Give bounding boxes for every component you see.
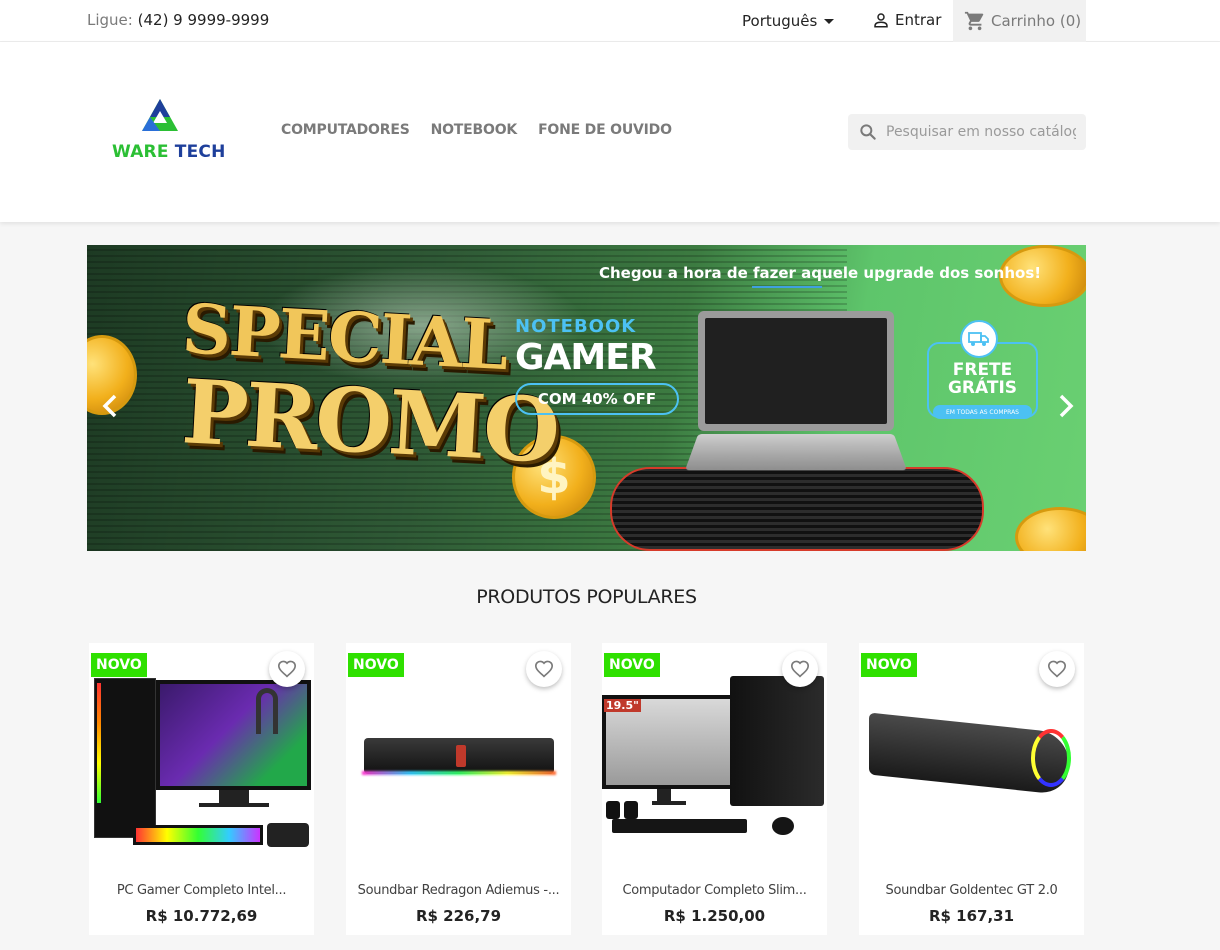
pc-tower — [94, 678, 156, 838]
product-price: R$ 1.250,00 — [663, 907, 766, 925]
frete-subtitle: EM TODAS AS COMPRAS — [933, 405, 1032, 419]
login-label: Entrar — [895, 11, 942, 29]
carousel-prev-arrow-icon[interactable] — [99, 392, 121, 420]
wishlist-button[interactable] — [526, 651, 562, 687]
logo-text: WARE TECH — [112, 142, 226, 162]
product-name[interactable]: Soundbar Goldentec GT 2.0 — [867, 883, 1076, 898]
carousel-next-arrow-icon[interactable] — [1055, 392, 1077, 420]
laptop-image — [684, 311, 908, 473]
nav-item-fone-de-ouvido[interactable]: FONE DE OUVIDO — [538, 122, 672, 138]
search-box — [848, 114, 1086, 150]
main-nav: COMPUTADORES NOTEBOOK FONE DE OUVIDO — [281, 122, 672, 138]
product-card[interactable]: NOVO PC Gamer Completo Intel... R$ 10.77… — [89, 643, 314, 935]
new-badge: NOVO — [91, 653, 147, 677]
logo-word-tech: TECH — [174, 142, 226, 162]
login-link[interactable]: Entrar — [872, 11, 941, 29]
keyboard — [612, 819, 747, 833]
top-bar: Ligue: (42) 9 9999-9999 Português Entrar… — [0, 0, 1220, 42]
promo-line-promo: PROMO — [179, 359, 560, 483]
product-card[interactable]: 19.5" NOVO Computador Completo Slim... R… — [602, 643, 827, 935]
monitor-screen — [156, 680, 311, 790]
laptop-keyboard — [684, 434, 908, 471]
rgb-keyboard — [133, 825, 263, 845]
product-card[interactable]: NOVO Soundbar Redragon Adiemus -... R$ 2… — [346, 643, 571, 935]
product-price: R$ 10.772,69 — [145, 907, 258, 925]
tagline-underline — [752, 286, 822, 288]
new-badge: NOVO — [604, 653, 660, 677]
special-promo-title: SPECIAL PROMO — [180, 289, 560, 483]
frete-line2: GRÁTIS — [947, 378, 1018, 398]
soundbar-rgb-ring — [1031, 729, 1071, 787]
heart-icon — [534, 660, 554, 678]
coin-icon — [1015, 507, 1086, 551]
phone-label: Ligue: — [87, 11, 133, 29]
ware-tech-logo[interactable]: WARE TECH — [112, 97, 225, 172]
soundbar-rgb-glow — [362, 771, 556, 775]
product-card[interactable]: NOVO Soundbar Goldentec GT 2.0 R$ 167,31 — [859, 643, 1084, 935]
product-name[interactable]: Computador Completo Slim... — [610, 883, 819, 898]
shopping-cart-icon — [964, 11, 984, 31]
laptop-screen — [698, 311, 894, 431]
search-icon[interactable] — [858, 122, 878, 142]
language-selector[interactable]: Português — [742, 12, 835, 30]
search-input[interactable] — [886, 124, 1076, 140]
discount-pill: COM 40% OFF — [515, 383, 679, 415]
wishlist-button[interactable] — [1039, 651, 1075, 687]
product-price: R$ 167,31 — [928, 907, 1015, 925]
nav-item-computadores[interactable]: COMPUTADORES — [281, 122, 410, 138]
delivery-truck-icon — [960, 320, 998, 358]
new-badge: NOVO — [861, 653, 917, 677]
wishlist-button[interactable] — [269, 651, 305, 687]
rgb-strip — [97, 683, 101, 803]
speaker — [624, 801, 638, 819]
heart-icon — [1047, 660, 1067, 678]
speaker — [606, 801, 620, 819]
monitor-base — [199, 803, 269, 807]
language-label: Português — [742, 12, 818, 30]
cart-label: Carrinho (0) — [991, 12, 1082, 30]
wishlist-button[interactable] — [782, 651, 818, 687]
contact-phone: Ligue: (42) 9 9999-9999 — [87, 11, 269, 29]
notebook-label: NOTEBOOK — [515, 316, 637, 337]
monitor-base — [652, 801, 686, 805]
site-header: WARE TECH COMPUTADORES NOTEBOOK FONE DE … — [0, 42, 1220, 222]
phone-number[interactable]: (42) 9 9999-9999 — [138, 11, 270, 29]
promo-banner-slide[interactable]: $ SPECIAL PROMO Chegou a hora de fazer a… — [87, 245, 1086, 551]
monitor-stand — [219, 790, 249, 804]
cart-button[interactable]: Carrinho (0) — [953, 0, 1086, 42]
display-pedestal — [610, 467, 984, 551]
mouse — [772, 817, 794, 835]
gamer-label: GAMER — [515, 337, 657, 378]
nav-item-notebook[interactable]: NOTEBOOK — [431, 122, 518, 138]
heart-icon — [277, 660, 297, 678]
caret-down-icon — [824, 18, 835, 24]
product-price: R$ 226,79 — [415, 907, 502, 925]
new-badge: NOVO — [348, 653, 404, 677]
logo-word-ware: WARE — [112, 142, 169, 162]
pc-tower — [730, 676, 824, 806]
soundbar-red-accent — [456, 745, 466, 767]
banner-tagline: Chegou a hora de fazer aquele upgrade do… — [599, 264, 1042, 282]
mousepad — [267, 823, 309, 847]
heart-icon — [790, 660, 810, 678]
product-name[interactable]: PC Gamer Completo Intel... — [97, 883, 306, 898]
product-name[interactable]: Soundbar Redragon Adiemus -... — [354, 883, 563, 898]
user-icon — [874, 13, 888, 28]
headset — [256, 688, 278, 734]
screen-size-label: 19.5" — [604, 699, 641, 712]
popular-products-title: PRODUTOS POPULARES — [476, 586, 697, 608]
logo-triangle-icon — [142, 99, 178, 131]
